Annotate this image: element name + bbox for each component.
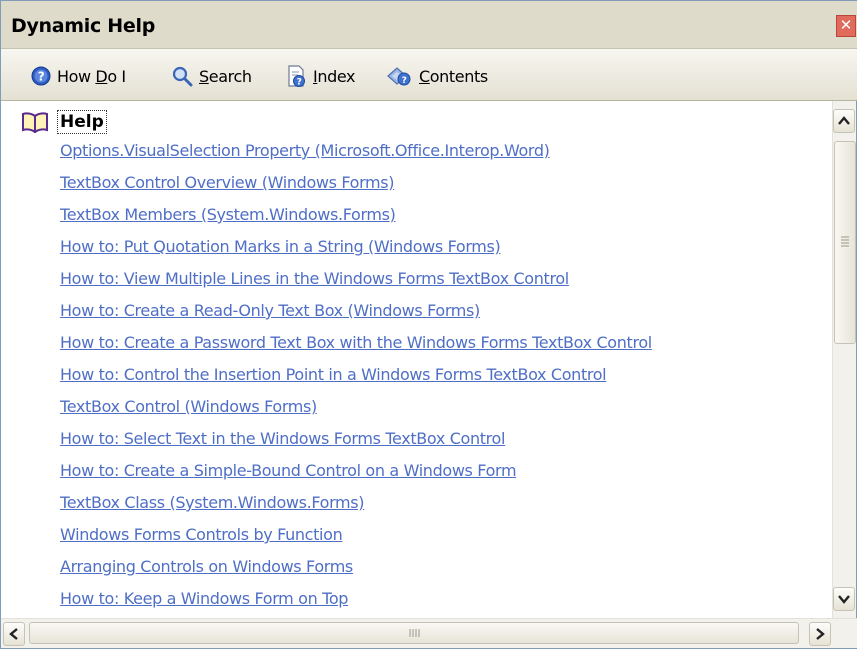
search-button[interactable]: Search	[171, 63, 252, 89]
contents-button[interactable]: ? Contents	[387, 63, 488, 89]
horizontal-scrollbar[interactable]	[1, 618, 857, 648]
list-item: TextBox Members (System.Windows.Forms)	[60, 205, 652, 237]
help-link[interactable]: How to: Create a Password Text Box with …	[60, 333, 652, 352]
help-links-list: Options.VisualSelection Property (Micros…	[60, 141, 652, 618]
help-link[interactable]: TextBox Members (System.Windows.Forms)	[60, 205, 396, 224]
dynamic-help-window: Dynamic Help ✕ ? How Do I Search ? Index…	[0, 0, 857, 649]
index-button[interactable]: ? Index	[285, 63, 355, 89]
chevron-right-icon	[816, 628, 825, 640]
chevron-left-icon	[9, 628, 18, 640]
list-item: TextBox Control Overview (Windows Forms)	[60, 173, 652, 205]
help-link[interactable]: How to: View Multiple Lines in the Windo…	[60, 269, 569, 288]
list-item: How to: Create a Read-Only Text Box (Win…	[60, 301, 652, 333]
help-link[interactable]: How to: Keep a Windows Form on Top	[60, 589, 348, 608]
list-item: How to: Create a Password Text Box with …	[60, 333, 652, 365]
help-link[interactable]: Arranging Controls on Windows Forms	[60, 557, 353, 576]
grip-icon	[409, 629, 420, 637]
how-do-i-label: How Do I	[57, 66, 126, 86]
list-item: TextBox Control (Windows Forms)	[60, 397, 652, 429]
scroll-right-button[interactable]	[809, 622, 831, 646]
scroll-up-button[interactable]	[833, 109, 855, 133]
index-label: Index	[313, 66, 356, 86]
help-heading: Help	[57, 110, 107, 134]
how-do-i-button[interactable]: ? How Do I	[31, 63, 126, 89]
list-item: TextBox Class (System.Windows.Forms)	[60, 493, 652, 525]
svg-text:?: ?	[402, 76, 407, 86]
help-link[interactable]: TextBox Control Overview (Windows Forms)	[60, 173, 395, 192]
scroll-left-button[interactable]	[3, 622, 25, 646]
help-toolbar: ? How Do I Search ? Index ? Contents	[1, 49, 857, 101]
open-book-icon	[22, 112, 48, 133]
list-item: How to: Keep a Windows Form on Top	[60, 589, 652, 618]
help-link[interactable]: How to: Select Text in the Windows Forms…	[60, 429, 505, 448]
svg-text:?: ?	[38, 70, 45, 84]
list-item: How to: Select Text in the Windows Forms…	[60, 429, 652, 461]
help-link[interactable]: TextBox Class (System.Windows.Forms)	[60, 493, 365, 512]
help-link[interactable]: How to: Create a Simple-Bound Control on…	[60, 461, 517, 480]
help-link[interactable]: How to: Control the Insertion Point in a…	[60, 365, 607, 384]
help-link[interactable]: Options.VisualSelection Property (Micros…	[60, 141, 550, 160]
title-bar[interactable]: Dynamic Help ✕	[1, 1, 857, 49]
chevron-up-icon	[838, 116, 850, 125]
chevron-down-icon	[838, 595, 850, 604]
window-title: Dynamic Help	[11, 15, 155, 37]
grip-icon	[841, 236, 849, 247]
list-item: Options.VisualSelection Property (Micros…	[60, 141, 652, 173]
vertical-scroll-thumb[interactable]	[834, 141, 856, 344]
magnifier-icon	[172, 66, 193, 87]
help-link[interactable]: How to: Put Quotation Marks in a String …	[60, 237, 501, 256]
list-item: How to: Put Quotation Marks in a String …	[60, 237, 652, 269]
list-item: Arranging Controls on Windows Forms	[60, 557, 652, 589]
contents-icon: ?	[387, 67, 411, 86]
help-circle-icon: ?	[31, 66, 51, 86]
list-item: How to: View Multiple Lines in the Windo…	[60, 269, 652, 301]
horizontal-scroll-thumb[interactable]	[29, 622, 799, 644]
search-label: Search	[199, 66, 252, 86]
vertical-scrollbar[interactable]	[832, 101, 856, 618]
index-icon: ?	[288, 65, 305, 88]
list-item: How to: Create a Simple-Bound Control on…	[60, 461, 652, 493]
svg-text:?: ?	[297, 78, 302, 88]
help-link[interactable]: TextBox Control (Windows Forms)	[60, 397, 317, 416]
list-item: Windows Forms Controls by Function	[60, 525, 652, 557]
help-section-header[interactable]: Help	[21, 109, 107, 135]
help-content-pane[interactable]: Help Options.VisualSelection Property (M…	[1, 101, 832, 618]
contents-label: Contents	[419, 66, 488, 86]
scroll-down-button[interactable]	[833, 587, 855, 611]
list-item: How to: Control the Insertion Point in a…	[60, 365, 652, 397]
help-link[interactable]: Windows Forms Controls by Function	[60, 525, 343, 544]
close-button[interactable]: ✕	[836, 15, 856, 37]
help-link[interactable]: How to: Create a Read-Only Text Box (Win…	[60, 301, 480, 320]
